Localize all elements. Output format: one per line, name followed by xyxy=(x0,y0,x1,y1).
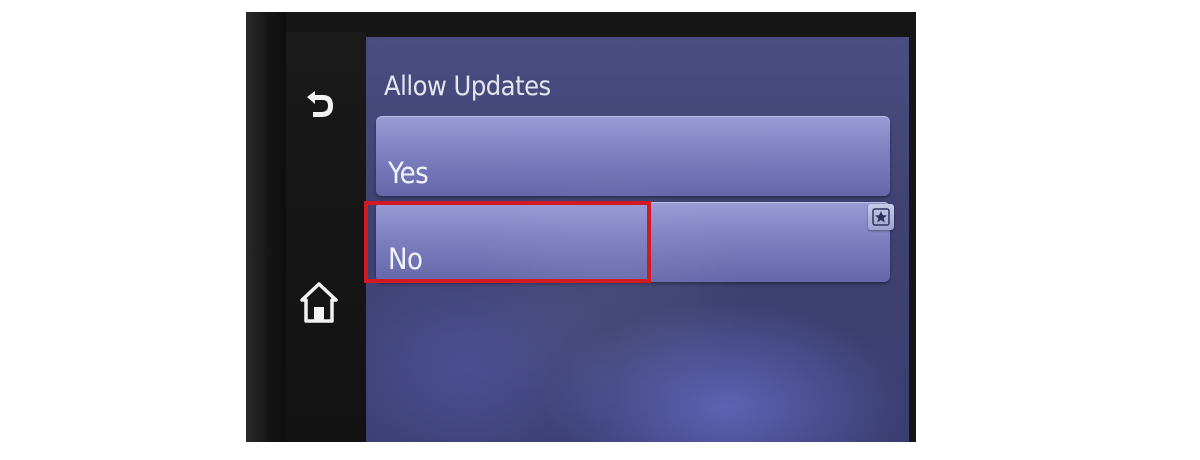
star-icon[interactable] xyxy=(868,204,894,230)
back-button[interactable] xyxy=(296,84,342,130)
option-yes-label: Yes xyxy=(388,156,429,190)
printer-panel-photo: Allow Updates Yes No xyxy=(246,12,916,442)
option-no-button[interactable]: No xyxy=(376,202,894,282)
option-yes-button[interactable]: Yes xyxy=(376,116,890,196)
touch-screen: Allow Updates Yes No xyxy=(366,37,909,442)
bezel-edge xyxy=(246,12,286,442)
back-arrow-icon xyxy=(307,91,333,117)
home-button[interactable] xyxy=(296,280,342,326)
screen-title: Allow Updates xyxy=(384,71,551,102)
option-no-label: No xyxy=(388,242,423,276)
home-icon xyxy=(300,282,338,323)
